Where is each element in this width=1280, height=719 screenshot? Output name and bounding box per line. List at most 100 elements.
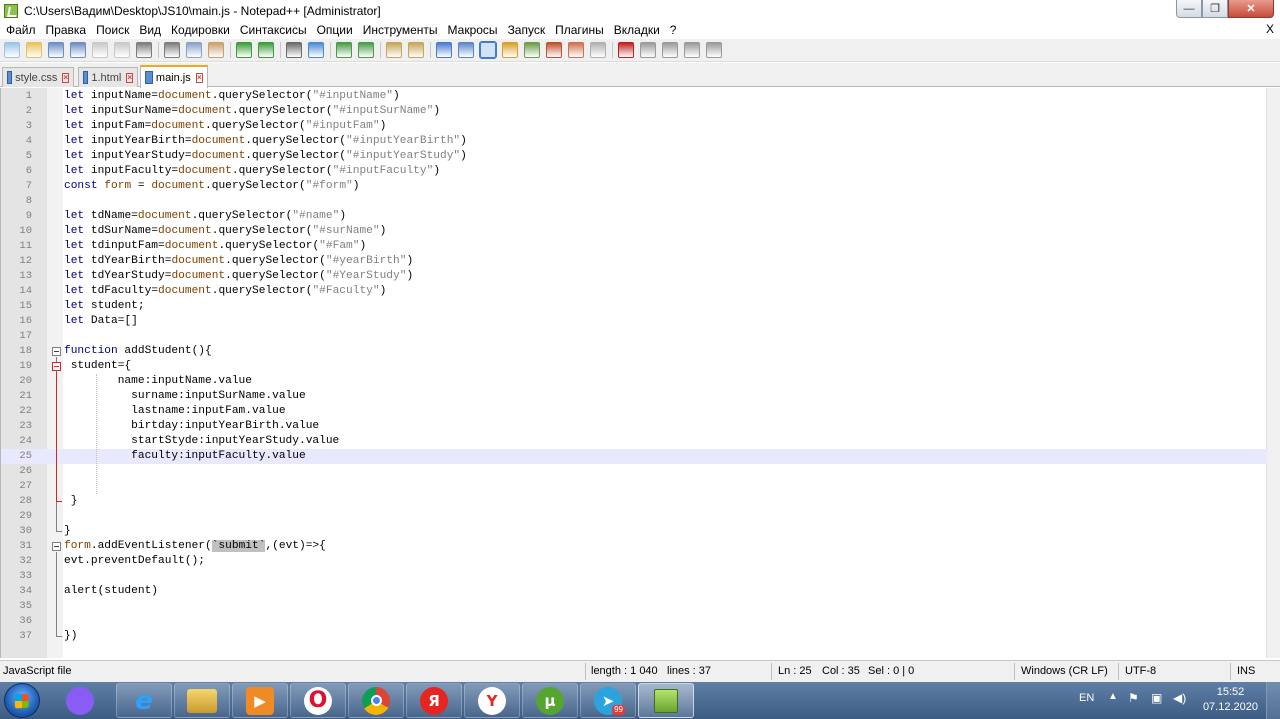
taskbar-app-notepad-plus-plus[interactable] <box>638 683 694 718</box>
fold-toggle-icon[interactable] <box>52 362 61 371</box>
show-desktop-button[interactable] <box>1266 682 1280 719</box>
taskbar-app-alice[interactable] <box>52 683 108 718</box>
find-icon[interactable] <box>286 42 302 58</box>
menu-encoding[interactable]: Кодировки <box>166 23 235 37</box>
fold-toggle-icon[interactable] <box>52 347 61 356</box>
doc-map-icon[interactable] <box>524 42 540 58</box>
code-line[interactable]: 17 <box>1 329 1267 344</box>
udl-icon[interactable] <box>502 42 518 58</box>
network-icon[interactable]: ▣ <box>1151 691 1162 719</box>
play-macro-icon[interactable] <box>662 42 678 58</box>
code-line[interactable]: 31 form.addEventListener(`submit`,(evt)=>… <box>1 539 1267 554</box>
word-wrap-icon[interactable] <box>436 42 452 58</box>
code-line[interactable]: 3 let inputFam=document.querySelector("#i… <box>1 119 1267 134</box>
system-clock[interactable]: 15:52 07.12.2020 <box>1203 685 1258 715</box>
code-line[interactable]: 21 surname:inputSurName.value <box>1 389 1267 404</box>
taskbar-app-yandex[interactable]: Y <box>464 683 520 718</box>
code-line[interactable]: 15 let student; <box>1 299 1267 314</box>
close-tab-icon[interactable]: × <box>62 72 69 83</box>
replace-icon[interactable] <box>308 42 324 58</box>
close-button[interactable]: ✕ <box>1228 0 1274 18</box>
vertical-scrollbar[interactable] <box>1266 88 1280 658</box>
menu-search[interactable]: Поиск <box>91 23 134 37</box>
menu-settings[interactable]: Опции <box>312 23 358 37</box>
menu-help[interactable]: ? <box>665 23 682 37</box>
taskbar-app-opera[interactable]: O <box>290 683 346 718</box>
stop-macro-icon[interactable] <box>640 42 656 58</box>
code-line[interactable]: 36 <box>1 614 1267 629</box>
action-center-icon[interactable]: ⚑ <box>1128 691 1139 719</box>
code-line[interactable]: 9 let tdName=document.querySelector("#nam… <box>1 209 1267 224</box>
open-file-icon[interactable] <box>26 42 42 58</box>
code-line[interactable]: 12 let tdYearBirth=document.querySelector… <box>1 254 1267 269</box>
code-line[interactable]: 32 evt.preventDefault(); <box>1 554 1267 569</box>
menu-plugins[interactable]: Плагины <box>550 23 609 37</box>
minimize-button[interactable]: — <box>1176 0 1202 18</box>
zoom-out-icon[interactable] <box>358 42 374 58</box>
maximize-button[interactable]: ❐ <box>1202 0 1228 18</box>
zoom-in-icon[interactable] <box>336 42 352 58</box>
code-line[interactable]: 27 <box>1 479 1267 494</box>
code-line[interactable]: 23 birtday:inputYearBirth.value <box>1 419 1267 434</box>
new-file-icon[interactable] <box>4 42 20 58</box>
undo-icon[interactable] <box>236 42 252 58</box>
indent-guide-icon[interactable] <box>479 41 497 59</box>
code-line[interactable]: 1 let inputName=document.querySelector("#… <box>1 89 1267 104</box>
sync-h-icon[interactable] <box>408 42 424 58</box>
code-line[interactable]: 4 let inputYearBirth=document.querySelect… <box>1 134 1267 149</box>
menu-view[interactable]: Вид <box>134 23 166 37</box>
code-line[interactable]: 20 name:inputName.value <box>1 374 1267 389</box>
taskbar-app-file-explorer[interactable] <box>174 683 230 718</box>
code-line[interactable]: 34 alert(student) <box>1 584 1267 599</box>
copy-icon[interactable] <box>186 42 202 58</box>
close-tab-icon[interactable]: × <box>126 72 133 83</box>
code-line[interactable]: 8 <box>1 194 1267 209</box>
tab-main-js[interactable]: main.js × <box>140 65 208 88</box>
tray-expand-icon[interactable]: ▲ <box>1108 691 1118 719</box>
taskbar-app-internet-explorer[interactable]: e <box>116 683 172 718</box>
monitor-icon[interactable] <box>590 42 606 58</box>
show-all-chars-icon[interactable] <box>458 42 474 58</box>
sync-v-icon[interactable] <box>386 42 402 58</box>
code-editor[interactable]: 1 let inputName=document.querySelector("#… <box>0 88 1280 658</box>
save-all-icon[interactable] <box>70 42 86 58</box>
tab-style-css[interactable]: style.css × <box>2 67 74 87</box>
redo-icon[interactable] <box>258 42 274 58</box>
code-line[interactable]: 22 lastname:inputFam.value <box>1 404 1267 419</box>
code-line[interactable]: 37}) <box>1 629 1267 644</box>
code-line[interactable]: 24 startStyde:inputYearStudy.value <box>1 434 1267 449</box>
fold-toggle-icon[interactable] <box>52 542 61 551</box>
code-line[interactable]: 2 let inputSurName=document.querySelector… <box>1 104 1267 119</box>
taskbar-app-chrome[interactable] <box>348 683 404 718</box>
code-line[interactable]: 25 faculty:inputFaculty.value <box>1 449 1267 464</box>
save-macro-icon[interactable] <box>706 42 722 58</box>
menu-run[interactable]: Запуск <box>503 23 551 37</box>
print-icon[interactable] <box>136 42 152 58</box>
close-document-button[interactable]: X <box>1266 22 1274 36</box>
folder-workspace-icon[interactable] <box>568 42 584 58</box>
paste-icon[interactable] <box>208 42 224 58</box>
taskbar-app-yandex-browser[interactable]: Я <box>406 683 462 718</box>
record-macro-icon[interactable] <box>618 42 634 58</box>
code-line[interactable]: 7 const form = document.querySelector("#f… <box>1 179 1267 194</box>
code-line[interactable]: 18 function addStudent(){ <box>1 344 1267 359</box>
taskbar-app-media-player[interactable]: ▶ <box>232 683 288 718</box>
menu-window[interactable]: Вкладки <box>609 23 665 37</box>
close-all-icon[interactable] <box>114 42 130 58</box>
code-line[interactable]: 13 let tdYearStudy=document.querySelector… <box>1 269 1267 284</box>
close-icon[interactable] <box>92 42 108 58</box>
save-icon[interactable] <box>48 42 64 58</box>
play-multiple-icon[interactable] <box>684 42 700 58</box>
code-line[interactable]: 10 let tdSurName=document.querySelector("… <box>1 224 1267 239</box>
code-line[interactable]: 19 student={ <box>1 359 1267 374</box>
taskbar-app-telegram[interactable]: ➤ 99 <box>580 683 636 718</box>
code-line[interactable]: 6 let inputFaculty=document.querySelector… <box>1 164 1267 179</box>
start-button[interactable] <box>4 683 40 718</box>
code-line[interactable]: 35 <box>1 599 1267 614</box>
menu-tools[interactable]: Инструменты <box>358 23 443 37</box>
function-list-icon[interactable] <box>546 42 562 58</box>
menu-macro[interactable]: Макросы <box>443 23 503 37</box>
code-line[interactable]: 33 <box>1 569 1267 584</box>
code-line[interactable]: 29 <box>1 509 1267 524</box>
code-line[interactable]: 30} <box>1 524 1267 539</box>
